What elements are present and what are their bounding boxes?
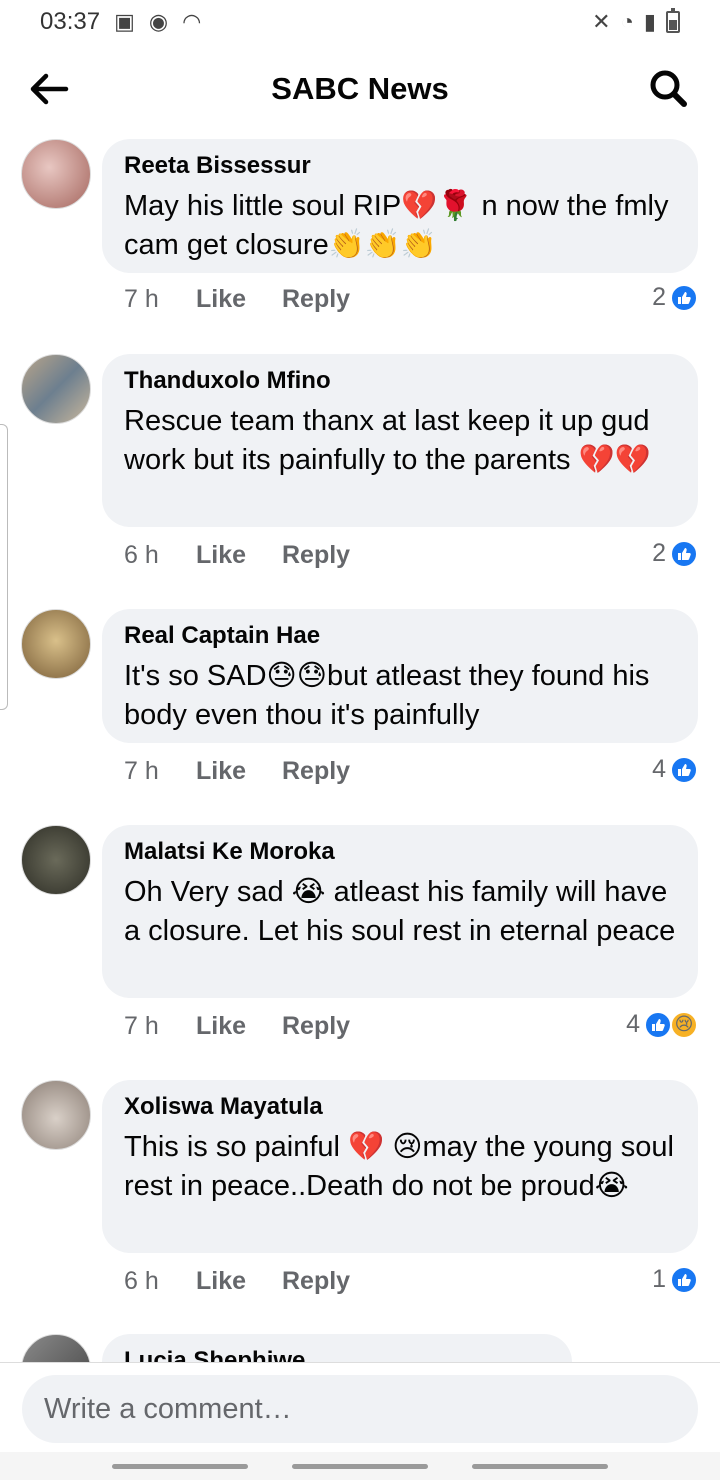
like-button[interactable]: Like: [196, 1012, 282, 1041]
comment-bubble: Reeta Bissessur May his little soul RIP💔…: [102, 139, 698, 273]
comment-author[interactable]: Malatsi Ke Moroka: [124, 837, 676, 867]
reaction-count: 4: [652, 755, 666, 783]
page-title: SABC News: [271, 71, 449, 106]
comment-actions: 7 h Like Reply: [124, 757, 350, 786]
like-button[interactable]: Like: [196, 541, 282, 570]
reaction-count: 1: [652, 1265, 666, 1293]
messenger-icon: ◉: [148, 9, 169, 34]
reaction-summary[interactable]: 2: [652, 283, 698, 312]
reply-button[interactable]: Reply: [282, 1012, 350, 1041]
comment-text: May his little soul RIP💔🌹 n now the fmly…: [124, 190, 669, 261]
comment-author[interactable]: Lucia Shephiwe: [124, 1346, 550, 1362]
avatar[interactable]: [21, 1080, 91, 1150]
like-button[interactable]: Like: [196, 757, 282, 786]
gesture-navigation-bar: [0, 1452, 720, 1480]
comment-bubble: Malatsi Ke Moroka Oh Very sad 😭 atleast …: [102, 825, 698, 998]
comment-author[interactable]: Real Captain Hae: [124, 621, 676, 651]
reaction-summary[interactable]: 4: [652, 755, 698, 784]
battery-icon: [666, 8, 680, 33]
reaction-summary[interactable]: 2: [652, 539, 698, 568]
avatar[interactable]: [21, 825, 91, 895]
comment-author[interactable]: Thanduxolo Mfino: [124, 366, 676, 396]
comment-actions: 7 h Like Reply: [124, 285, 350, 314]
comment-actions: 6 h Like Reply: [124, 541, 350, 570]
comment-actions: 6 h Like Reply: [124, 1267, 350, 1296]
nav-gesture-right[interactable]: [472, 1463, 608, 1469]
nav-gesture-center[interactable]: [292, 1463, 428, 1469]
comment-text: Rescue team thanx at last keep it up gud…: [124, 405, 651, 476]
signal-icon: ▮: [643, 9, 656, 34]
comment-bubble: Thanduxolo Mfino Rescue team thanx at la…: [102, 354, 698, 527]
comment-composer-bar: Write a comment…: [0, 1362, 720, 1452]
reply-button[interactable]: Reply: [282, 285, 350, 314]
gallery-icon: ▣: [114, 9, 135, 34]
comment-text: This is so painful 💔 😢may the young soul…: [124, 1131, 674, 1202]
like-reaction-icon: [644, 1010, 672, 1039]
like-button[interactable]: Like: [196, 1267, 282, 1296]
avatar[interactable]: [21, 1334, 91, 1362]
comment-time: 6 h: [124, 1267, 159, 1295]
comment-time: 6 h: [124, 541, 159, 569]
reply-button[interactable]: Reply: [282, 541, 350, 570]
sad-reaction-icon: 😢: [670, 1010, 698, 1039]
comment-text: Oh Very sad 😭 atleast his family will ha…: [124, 876, 676, 947]
comment-time: 7 h: [124, 757, 159, 785]
like-reaction-icon: [670, 755, 698, 784]
reaction-count: 2: [652, 539, 666, 567]
comment-input[interactable]: Write a comment…: [22, 1375, 698, 1443]
like-button[interactable]: Like: [196, 285, 282, 314]
status-bar: 03:37 ▣ ◉ ◠ ✕ ◔ ▮: [0, 0, 720, 44]
header: SABC News: [0, 44, 720, 134]
comment-author[interactable]: Reeta Bissessur: [124, 151, 676, 181]
reaction-count: 4: [626, 1010, 640, 1038]
like-reaction-icon: [670, 1265, 698, 1294]
comment-time: 7 h: [124, 285, 159, 313]
scroll-indicator[interactable]: [0, 424, 8, 710]
avatar[interactable]: [21, 609, 91, 679]
reaction-summary[interactable]: 1: [652, 1265, 698, 1294]
search-icon[interactable]: [646, 66, 692, 112]
comment-author[interactable]: Xoliswa Mayatula: [124, 1092, 676, 1122]
comment-time: 7 h: [124, 1012, 159, 1040]
status-time: 03:37: [40, 8, 101, 35]
back-arrow-icon[interactable]: [26, 66, 72, 112]
comment-bubble: Real Captain Hae It's so SAD😓😓but atleas…: [102, 609, 698, 743]
like-reaction-icon: [670, 283, 698, 312]
wifi-call-icon: ◠: [182, 9, 202, 34]
comment-bubble: Lucia Shephiwe: [102, 1334, 572, 1362]
like-reaction-icon: [670, 539, 698, 568]
reply-button[interactable]: Reply: [282, 757, 350, 786]
mute-icon: ✕: [592, 9, 611, 34]
comment-bubble: Xoliswa Mayatula This is so painful 💔 😢m…: [102, 1080, 698, 1253]
reply-button[interactable]: Reply: [282, 1267, 350, 1296]
reaction-summary[interactable]: 4 😢: [626, 1010, 698, 1039]
comment-actions: 7 h Like Reply: [124, 1012, 350, 1041]
wifi-icon: ◔: [620, 9, 634, 34]
comment-text: It's so SAD😓😓but atleast they found his …: [124, 660, 650, 731]
nav-gesture-left[interactable]: [112, 1463, 248, 1469]
reaction-count: 2: [652, 283, 666, 311]
avatar[interactable]: [21, 354, 91, 424]
avatar[interactable]: [21, 139, 91, 209]
comments-list[interactable]: Reeta Bissessur May his little soul RIP💔…: [0, 134, 720, 1362]
